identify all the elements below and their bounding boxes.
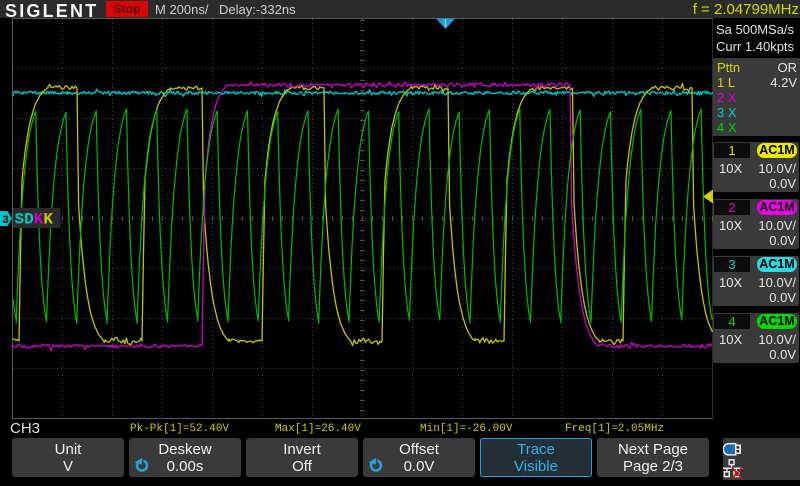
svg-text:3: 3: [3, 214, 9, 226]
svg-text:SDKK: SDKK: [15, 211, 54, 229]
